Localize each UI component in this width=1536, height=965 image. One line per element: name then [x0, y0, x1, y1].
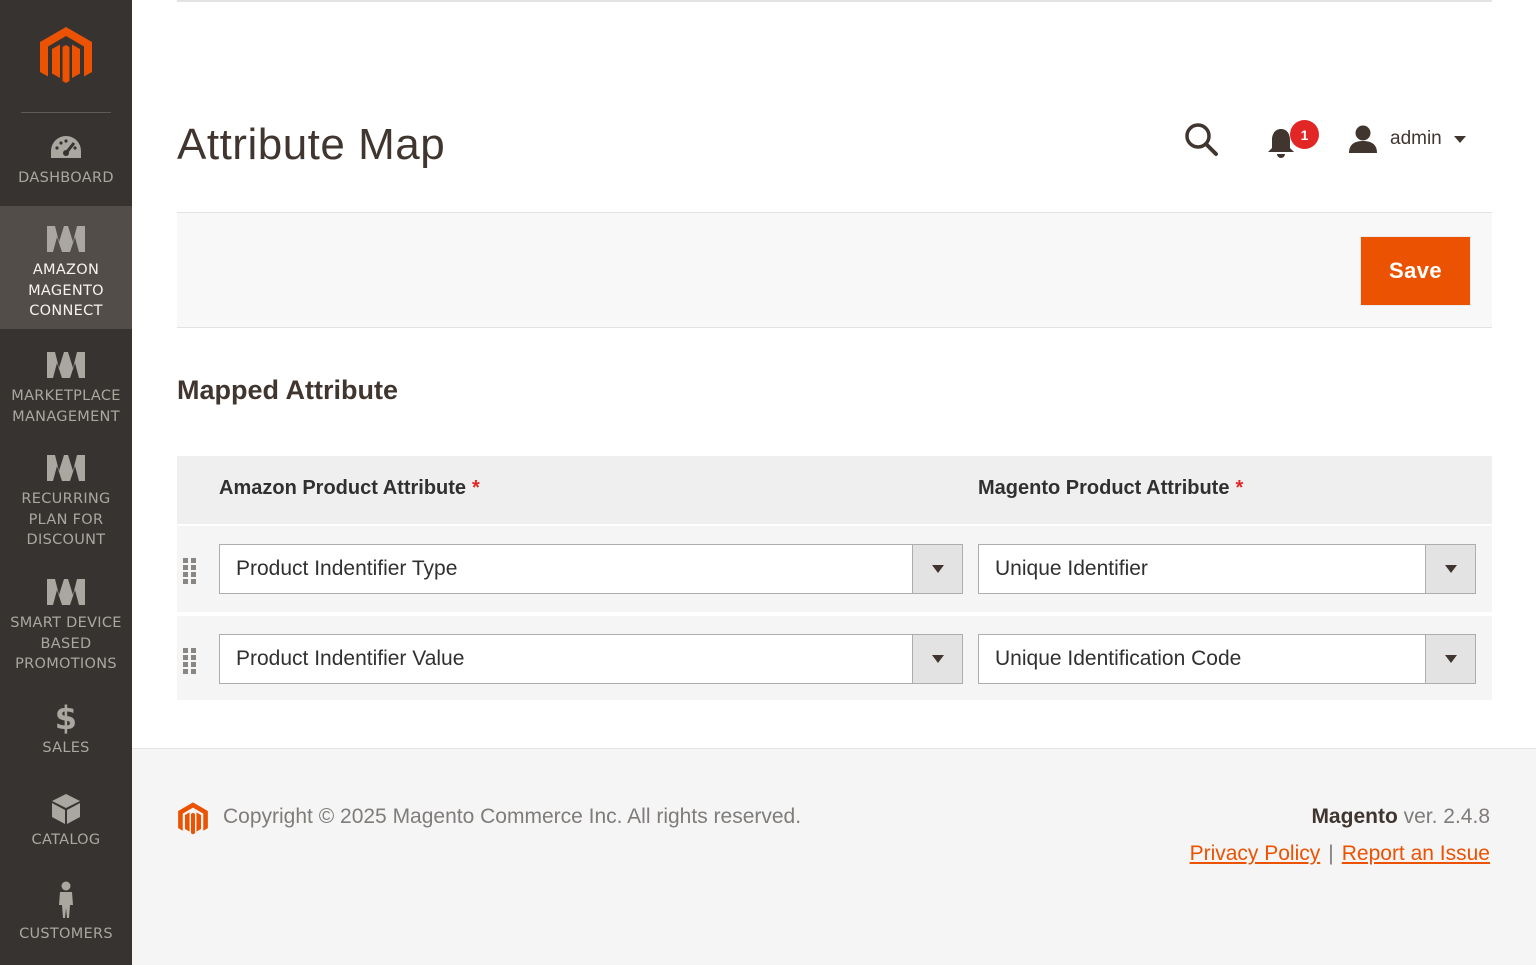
person-icon [56, 880, 76, 920]
amazon-attribute-select[interactable]: Product Indentifier Value [219, 634, 963, 684]
sidebar-item-dashboard[interactable]: DASHBOARD [0, 130, 132, 205]
sidebar-item-label: SMART DEVICE BASED PROMOTIONS [10, 615, 122, 672]
version-text: Magento ver. 2.4.8 [1311, 805, 1490, 828]
w-logo-icon [46, 222, 86, 256]
table-row: Product Indentifier Type Unique Identifi… [177, 524, 1492, 612]
user-icon [1349, 125, 1377, 153]
speedometer-icon [49, 130, 83, 164]
magento-logo-icon [177, 801, 209, 841]
dollar-icon: $ [55, 700, 77, 734]
required-marker: * [472, 477, 480, 499]
link-separator: | [1328, 842, 1334, 865]
required-marker: * [1235, 477, 1244, 499]
top-divider [177, 0, 1492, 2]
drag-handle-icon[interactable] [183, 558, 197, 586]
sidebar-item-sales[interactable]: $ SALES [0, 700, 132, 760]
privacy-policy-link[interactable]: Privacy Policy [1190, 842, 1321, 865]
chevron-down-icon[interactable] [912, 635, 962, 683]
column-header-amazon: Amazon Product Attribute * [219, 477, 480, 499]
page-actions-bar: Save [177, 212, 1492, 328]
user-menu-button[interactable]: admin [1348, 122, 1466, 156]
column-header-magento: Magento Product Attribute * [978, 477, 1244, 499]
report-issue-link[interactable]: Report an Issue [1342, 842, 1490, 865]
chevron-down-icon[interactable] [912, 545, 962, 593]
magento-logo[interactable] [0, 0, 132, 112]
sidebar-item-customers[interactable]: CUSTOMERS [0, 880, 132, 945]
save-button[interactable]: Save [1361, 237, 1470, 305]
notifications-count-badge: 1 [1290, 120, 1319, 149]
attribute-map-grid: Amazon Product Attribute * Magento Produc… [177, 456, 1492, 700]
sidebar-item-label: MARKETPLACE MANAGEMENT [11, 388, 121, 425]
section-title: Mapped Attribute [177, 375, 398, 405]
sidebar-item-label: AMAZON MAGENTO CONNECT [28, 262, 104, 319]
header-actions: 1 admin [1180, 112, 1480, 164]
chevron-down-icon [1453, 135, 1466, 143]
sidebar-item-label: RECURRING PLAN FOR DISCOUNT [21, 491, 111, 548]
drag-handle-icon[interactable] [183, 648, 197, 676]
sidebar-item-marketplace-management[interactable]: MARKETPLACE MANAGEMENT [0, 348, 132, 428]
amazon-attribute-select[interactable]: Product Indentifier Type [219, 544, 963, 594]
sidebar-item-label: DASHBOARD [18, 170, 114, 186]
notifications-button[interactable]: 1 [1266, 120, 1319, 162]
grid-header: Amazon Product Attribute * Magento Produc… [177, 456, 1492, 524]
box-icon [51, 792, 81, 826]
search-icon[interactable] [1184, 122, 1220, 158]
w-logo-icon [46, 348, 86, 382]
sidebar-divider [21, 112, 111, 113]
copyright-text: Copyright © 2025 Magento Commerce Inc. A… [223, 805, 802, 828]
sidebar-item-label: CATALOG [31, 832, 101, 848]
magento-attribute-select[interactable]: Unique Identifier [978, 544, 1476, 594]
svg-text:$: $ [55, 700, 77, 734]
page-title: Attribute Map [177, 120, 446, 169]
user-name: admin [1390, 128, 1442, 149]
chevron-down-icon[interactable] [1425, 545, 1475, 593]
sidebar-item-recurring-plan[interactable]: RECURRING PLAN FOR DISCOUNT [0, 451, 132, 551]
page-footer: Copyright © 2025 Magento Commerce Inc. A… [132, 748, 1536, 965]
w-logo-icon [46, 575, 86, 609]
sidebar-item-label: SALES [42, 740, 90, 756]
footer-links: Privacy Policy | Report an Issue [1190, 842, 1490, 866]
magento-attribute-select[interactable]: Unique Identification Code [978, 634, 1476, 684]
w-logo-icon [46, 451, 86, 485]
admin-sidebar: DASHBOARD AMAZON MAGENTO CONNECT MARKETP… [0, 0, 132, 965]
chevron-down-icon[interactable] [1425, 635, 1475, 683]
sidebar-item-label: CUSTOMERS [19, 926, 113, 942]
table-row: Product Indentifier Value Unique Identif… [177, 612, 1492, 700]
sidebar-item-catalog[interactable]: CATALOG [0, 792, 132, 852]
brand-name: Magento [1311, 805, 1398, 828]
sidebar-item-smart-device-promotions[interactable]: SMART DEVICE BASED PROMOTIONS [0, 575, 132, 675]
sidebar-item-amazon-magento-connect[interactable]: AMAZON MAGENTO CONNECT [0, 206, 132, 329]
